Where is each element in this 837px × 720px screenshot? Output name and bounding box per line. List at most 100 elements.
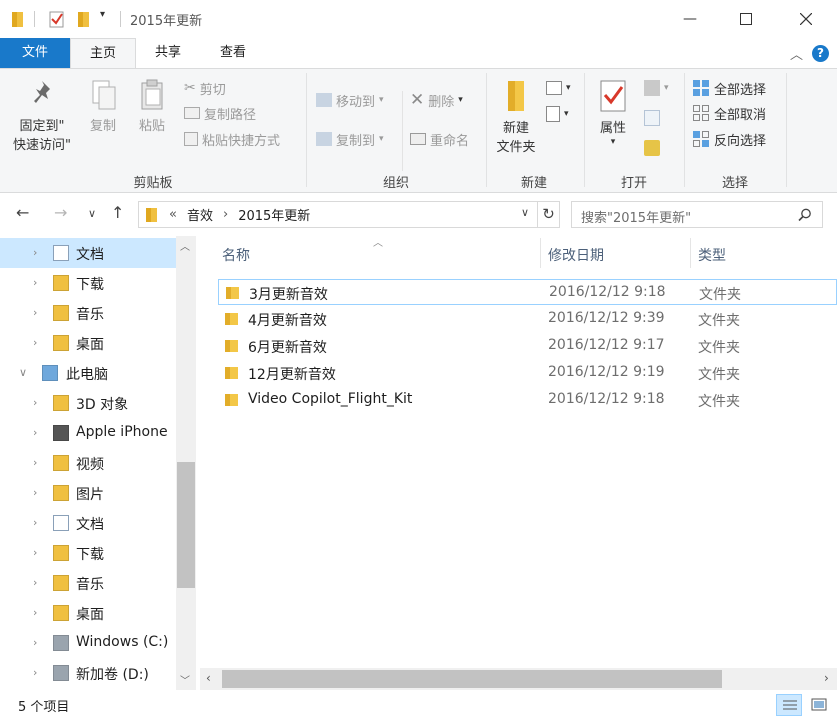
tab-view[interactable]: 查看 [200, 38, 266, 68]
up-arrow-icon[interactable]: ↑ [111, 203, 124, 222]
chevron-right-icon[interactable]: › [33, 606, 37, 619]
select-none-button[interactable]: 全部取消 [692, 102, 766, 124]
edit-button[interactable] [644, 107, 660, 129]
recent-locations-chevron-icon[interactable]: ∨ [88, 207, 96, 220]
column-divider[interactable] [690, 238, 691, 268]
maximize-button[interactable] [723, 0, 769, 38]
scrollbar-thumb[interactable] [222, 670, 722, 688]
chevron-right-icon[interactable]: › [33, 486, 37, 499]
chevron-right-icon[interactable]: › [33, 426, 37, 439]
breadcrumb-separator-icon[interactable]: › [223, 207, 228, 222]
search-icon[interactable] [798, 208, 812, 222]
group-divider [306, 73, 307, 187]
chevron-right-icon[interactable]: › [33, 546, 37, 559]
address-dropdown-icon[interactable]: ∨ [521, 206, 529, 219]
scroll-down-icon[interactable]: ﹀ [180, 672, 190, 687]
nav-item[interactable]: ∨ 此电脑 [0, 358, 176, 388]
delete-button[interactable]: ✕ 删除 ▾ [410, 89, 463, 111]
nav-item[interactable]: › 3D 对象 [0, 388, 176, 418]
chevron-right-icon[interactable]: › [33, 576, 37, 589]
forward-arrow-icon[interactable]: → [54, 203, 67, 222]
nav-item[interactable]: › 视频 [0, 448, 176, 478]
search-input[interactable]: 搜索"2015年更新" [581, 207, 691, 226]
customize-dropdown-icon[interactable]: ▾ [100, 9, 105, 20]
new-folder-button[interactable]: 新建 文件夹 [490, 79, 542, 157]
copy-path-button[interactable]: 复制路径 [184, 102, 256, 124]
horizontal-scrollbar[interactable]: ‹ › [200, 668, 837, 690]
select-all-button[interactable]: 全部选择 [692, 77, 766, 99]
nav-item[interactable]: › 新加卷 (D:) [0, 658, 176, 688]
column-header-modified[interactable]: 修改日期 [548, 242, 690, 270]
folder-icon[interactable] [10, 10, 26, 28]
chevron-right-icon[interactable]: › [33, 636, 37, 649]
properties-check-icon[interactable] [48, 10, 66, 28]
rename-button[interactable]: 重命名 [410, 128, 469, 150]
tab-file[interactable]: 文件 [0, 38, 70, 68]
chevron-right-icon[interactable]: › [33, 666, 37, 679]
nav-item[interactable]: › 文档 [0, 508, 176, 538]
nav-item[interactable]: › 桌面 [0, 328, 176, 358]
pin-quick-access-button[interactable]: 固定到" 快速访问" [6, 79, 78, 155]
address-bar[interactable]: « 音效 › 2015年更新 ∨ [138, 201, 538, 228]
file-row[interactable]: 4月更新音效 2016/12/12 9:39 文件夹 [218, 306, 837, 332]
back-arrow-icon[interactable]: ← [16, 203, 29, 222]
close-button[interactable] [783, 0, 829, 38]
new-item-button[interactable]: ▾ [546, 77, 571, 99]
nav-item[interactable]: › 桌面 [0, 598, 176, 628]
tab-home[interactable]: 主页 [70, 38, 136, 69]
paste-shortcut-button[interactable]: 粘贴快捷方式 [184, 128, 280, 150]
chevron-right-icon[interactable]: › [33, 276, 37, 289]
nav-item[interactable]: › 音乐 [0, 568, 176, 598]
file-row[interactable]: 3月更新音效 2016/12/12 9:18 文件夹 [218, 279, 837, 305]
refresh-button[interactable]: ↻ [538, 201, 560, 228]
breadcrumb-overflow[interactable]: « [169, 207, 177, 222]
breadcrumb-item[interactable]: 音效 [187, 205, 213, 224]
details-view-button[interactable] [776, 694, 802, 716]
minimize-button[interactable]: — [667, 0, 713, 38]
file-row[interactable]: 6月更新音效 2016/12/12 9:17 文件夹 [218, 333, 837, 359]
file-row[interactable]: 12月更新音效 2016/12/12 9:19 文件夹 [218, 360, 837, 386]
move-to-button[interactable]: 移动到 ▾ [316, 89, 384, 111]
chevron-right-icon[interactable]: › [33, 516, 37, 529]
breadcrumb-item[interactable]: 2015年更新 [238, 205, 310, 224]
nav-item-label: Windows (C:) [76, 634, 169, 650]
paste-button[interactable]: 粘贴 [130, 79, 174, 136]
chevron-right-icon[interactable]: › [33, 396, 37, 409]
nav-item[interactable]: › 文档 [0, 238, 176, 268]
nav-item[interactable]: › Apple iPhone [0, 418, 176, 448]
scroll-up-icon[interactable]: ︿ [180, 238, 190, 253]
properties-button[interactable]: 属性 ▾ [590, 79, 636, 147]
nav-item[interactable]: › 图片 [0, 478, 176, 508]
easy-access-button[interactable]: ▾ [546, 103, 569, 125]
column-divider[interactable] [540, 238, 541, 268]
collapse-ribbon-icon[interactable]: ︿ [790, 44, 803, 63]
nav-item[interactable]: › Windows (C:) [0, 628, 176, 658]
copy-button[interactable]: 复制 [82, 79, 124, 136]
scroll-right-icon[interactable]: › [824, 671, 829, 685]
chevron-right-icon[interactable]: › [33, 246, 37, 259]
chevron-right-icon[interactable]: › [33, 336, 37, 349]
nav-item[interactable]: › 下载 [0, 268, 176, 298]
scroll-left-icon[interactable]: ‹ [206, 671, 211, 685]
nav-pane-scrollbar[interactable]: ︿ ﹀ [176, 236, 196, 690]
search-box[interactable]: 搜索"2015年更新" [571, 201, 823, 228]
chevron-right-icon[interactable]: › [33, 456, 37, 469]
tab-share[interactable]: 共享 [138, 38, 198, 68]
nav-item[interactable]: › 音乐 [0, 298, 176, 328]
new-folder-icon[interactable] [76, 10, 92, 28]
large-icons-view-button[interactable] [806, 694, 832, 716]
chevron-right-icon[interactable]: › [33, 306, 37, 319]
open-button[interactable]: ▾ [644, 77, 669, 99]
column-header-type[interactable]: 类型 [698, 242, 798, 270]
nav-item[interactable]: › 下载 [0, 538, 176, 568]
cut-button[interactable]: ✂ 剪切 [184, 77, 226, 99]
chevron-down-icon[interactable]: ∨ [19, 366, 27, 379]
scrollbar-thumb[interactable] [177, 462, 195, 588]
history-button[interactable] [644, 137, 660, 159]
help-icon[interactable]: ? [812, 45, 829, 62]
file-row[interactable]: Video Copilot_Flight_Kit 2016/12/12 9:18 文… [218, 387, 837, 413]
copy-to-button[interactable]: 复制到 ▾ [316, 128, 384, 150]
maximize-icon [740, 13, 752, 25]
column-header-name[interactable]: 名称 [222, 242, 540, 270]
invert-selection-button[interactable]: 反向选择 [692, 128, 766, 150]
